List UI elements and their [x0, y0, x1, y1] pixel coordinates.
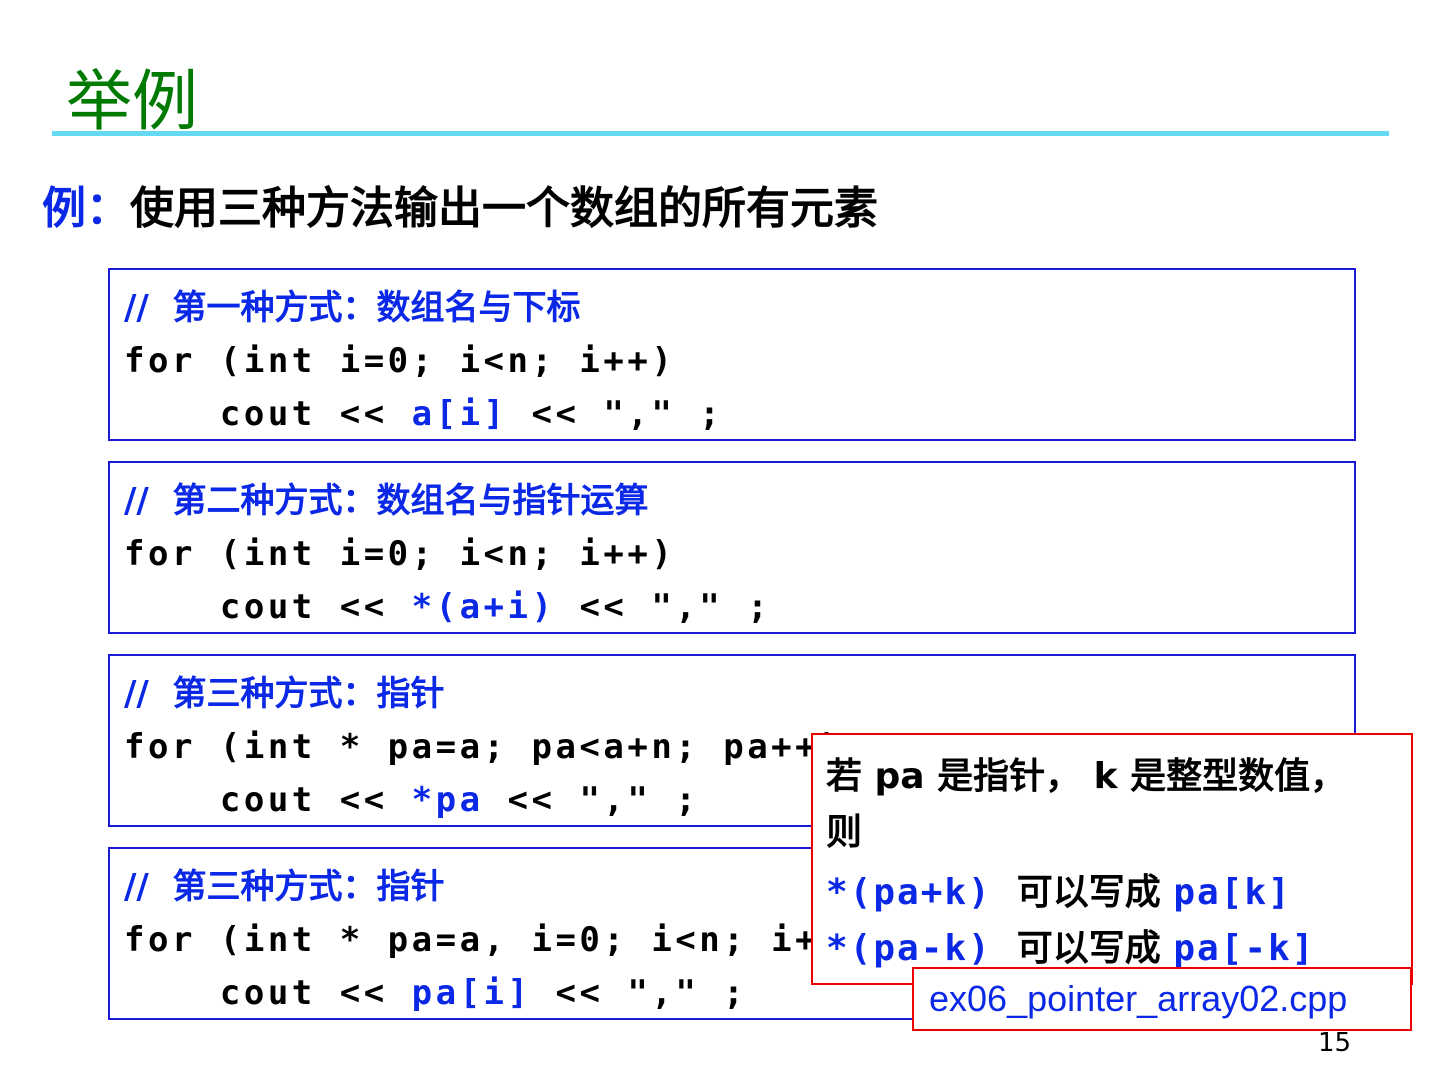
title-divider	[52, 131, 1389, 136]
code-comment: // 第三种方式：指针	[124, 674, 445, 714]
note-equiv: pa[k]	[1173, 872, 1292, 913]
slide-title: 举例	[66, 63, 198, 140]
page-number: 15	[1318, 1028, 1352, 1058]
code-cout: cout <<	[124, 973, 412, 1013]
code-tail: << "," ;	[531, 973, 748, 1013]
filename-label: ex06_pointer_array02.cpp	[912, 967, 1412, 1031]
code-block: // 第二种方式：数组名与指针运算 for (int i=0; i<n; i++…	[108, 461, 1356, 634]
code-comment: // 第一种方式：数组名与下标	[124, 288, 581, 328]
note-line-1: 若 pa 是指针， k 是整型数值，	[826, 756, 1347, 797]
subtitle: 例：使用三种方法输出一个数组的所有元素	[42, 172, 878, 236]
note-mid: 可以写成	[991, 928, 1174, 969]
note-expr: *(pa+k)	[826, 872, 992, 913]
code-expr: pa[i]	[411, 973, 532, 1013]
note-mid: 可以写成	[991, 872, 1174, 913]
note-line-2: 则	[826, 812, 863, 853]
code-cout: cout <<	[124, 394, 412, 434]
subtitle-text: 使用三种方法输出一个数组的所有元素	[130, 183, 878, 234]
code-comment: // 第二种方式：数组名与指针运算	[124, 481, 649, 521]
code-expr: a[i]	[411, 394, 508, 434]
code-tail: << "," ;	[555, 587, 772, 627]
code-block: // 第一种方式：数组名与下标 for (int i=0; i<n; i++) …	[108, 268, 1356, 441]
note-box: 若 pa 是指针， k 是整型数值， 则 *(pa+k) 可以写成 pa[k] …	[811, 733, 1413, 985]
code-loop: for (int i=0; i<n; i++)	[124, 534, 676, 574]
code-output: cout << a[i] << "," ;	[124, 388, 1354, 441]
code-expr: *pa	[411, 780, 484, 820]
note-expr: *(pa-k)	[826, 928, 992, 969]
code-output: cout << *(a+i) << "," ;	[124, 581, 1354, 634]
code-expr: *(a+i)	[411, 587, 556, 627]
code-tail: << "," ;	[483, 780, 700, 820]
code-loop: for (int i=0; i<n; i++)	[124, 341, 676, 381]
subtitle-label: 例：	[42, 183, 130, 234]
note-equiv: pa[-k]	[1173, 928, 1316, 969]
note-row: *(pa+k) 可以写成 pa[k]	[826, 865, 1411, 921]
code-cout: cout <<	[124, 780, 412, 820]
code-cout: cout <<	[124, 587, 412, 627]
code-tail: << "," ;	[507, 394, 724, 434]
